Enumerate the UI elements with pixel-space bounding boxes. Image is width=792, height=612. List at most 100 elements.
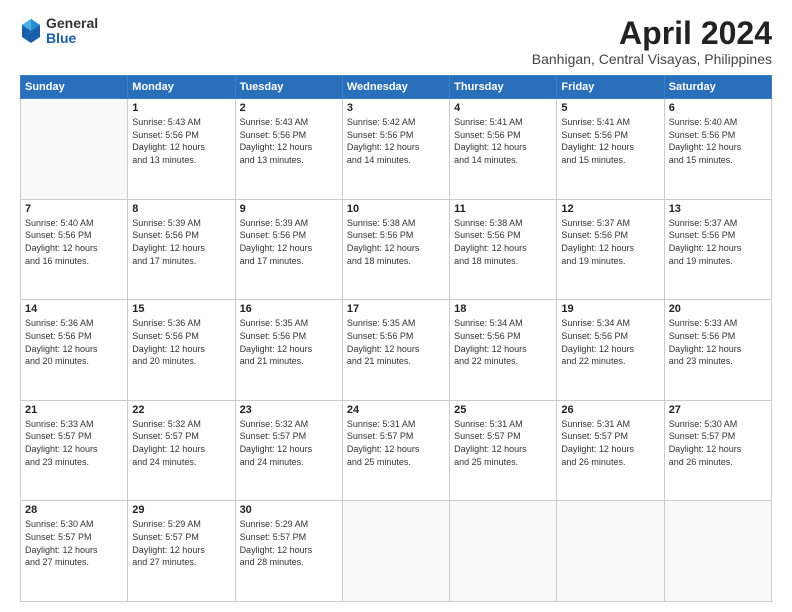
- calendar-cell: [664, 501, 771, 602]
- calendar-cell: [21, 99, 128, 200]
- day-number: 3: [347, 102, 445, 114]
- day-details: Sunrise: 5:39 AM Sunset: 5:56 PM Dayligh…: [132, 217, 230, 267]
- calendar-week-2: 14 Sunrise: 5:36 AM Sunset: 5:56 PM Dayli…: [21, 300, 772, 401]
- day-details: Sunrise: 5:36 AM Sunset: 5:56 PM Dayligh…: [132, 317, 230, 367]
- calendar-cell: 8 Sunrise: 5:39 AM Sunset: 5:56 PM Daylig…: [128, 199, 235, 300]
- day-number: 27: [669, 404, 767, 416]
- calendar-week-3: 21 Sunrise: 5:33 AM Sunset: 5:57 PM Dayli…: [21, 400, 772, 501]
- calendar-week-1: 7Sunrise: 5:40 AM Sunset: 5:56 PM Daylig…: [21, 199, 772, 300]
- day-number: 24: [347, 404, 445, 416]
- day-details: Sunrise: 5:37 AM Sunset: 5:56 PM Dayligh…: [669, 217, 767, 267]
- day-number: 20: [669, 303, 767, 315]
- calendar-cell: 3 Sunrise: 5:42 AM Sunset: 5:56 PM Daylig…: [342, 99, 449, 200]
- page: General Blue April 2024 Banhigan, Centra…: [0, 0, 792, 612]
- calendar-header-sunday: Sunday: [21, 76, 128, 99]
- day-details: Sunrise: 5:39 AM Sunset: 5:56 PM Dayligh…: [240, 217, 338, 267]
- day-number: 8: [132, 203, 230, 215]
- day-details: Sunrise: 5:40 AM Sunset: 5:56 PM Dayligh…: [669, 116, 767, 166]
- day-number: 11: [454, 203, 552, 215]
- day-number: 17: [347, 303, 445, 315]
- calendar-header-row: SundayMondayTuesdayWednesdayThursdayFrid…: [21, 76, 772, 99]
- day-details: Sunrise: 5:31 AM Sunset: 5:57 PM Dayligh…: [561, 418, 659, 468]
- calendar-cell: 30 Sunrise: 5:29 AM Sunset: 5:57 PM Dayli…: [235, 501, 342, 602]
- day-details: Sunrise: 5:42 AM Sunset: 5:56 PM Dayligh…: [347, 116, 445, 166]
- logo-general: General: [46, 16, 98, 31]
- day-number: 9: [240, 203, 338, 215]
- day-number: 21: [25, 404, 123, 416]
- day-details: Sunrise: 5:31 AM Sunset: 5:57 PM Dayligh…: [347, 418, 445, 468]
- day-details: Sunrise: 5:29 AM Sunset: 5:57 PM Dayligh…: [240, 518, 338, 568]
- day-number: 26: [561, 404, 659, 416]
- location: Banhigan, Central Visayas, Philippines: [532, 51, 772, 67]
- calendar-header-saturday: Saturday: [664, 76, 771, 99]
- day-number: 5: [561, 102, 659, 114]
- day-number: 4: [454, 102, 552, 114]
- calendar-cell: [450, 501, 557, 602]
- day-number: 30: [240, 504, 338, 516]
- calendar-cell: 24 Sunrise: 5:31 AM Sunset: 5:57 PM Dayli…: [342, 400, 449, 501]
- day-number: 10: [347, 203, 445, 215]
- logo-blue: Blue: [46, 31, 98, 46]
- day-number: 22: [132, 404, 230, 416]
- day-number: 1: [132, 102, 230, 114]
- calendar-header-monday: Monday: [128, 76, 235, 99]
- day-details: Sunrise: 5:37 AM Sunset: 5:56 PM Dayligh…: [561, 217, 659, 267]
- day-details: Sunrise: 5:43 AM Sunset: 5:56 PM Dayligh…: [240, 116, 338, 166]
- logo-icon: [20, 17, 42, 45]
- day-details: Sunrise: 5:30 AM Sunset: 5:57 PM Dayligh…: [25, 518, 123, 568]
- calendar-cell: 29 Sunrise: 5:29 AM Sunset: 5:57 PM Dayli…: [128, 501, 235, 602]
- calendar-cell: 18Sunrise: 5:34 AM Sunset: 5:56 PM Dayli…: [450, 300, 557, 401]
- day-details: Sunrise: 5:32 AM Sunset: 5:57 PM Dayligh…: [132, 418, 230, 468]
- day-number: 15: [132, 303, 230, 315]
- calendar-cell: 12Sunrise: 5:37 AM Sunset: 5:56 PM Dayli…: [557, 199, 664, 300]
- day-details: Sunrise: 5:29 AM Sunset: 5:57 PM Dayligh…: [132, 518, 230, 568]
- calendar-cell: 28 Sunrise: 5:30 AM Sunset: 5:57 PM Dayli…: [21, 501, 128, 602]
- calendar-cell: 7Sunrise: 5:40 AM Sunset: 5:56 PM Daylig…: [21, 199, 128, 300]
- calendar-cell: 2 Sunrise: 5:43 AM Sunset: 5:56 PM Daylig…: [235, 99, 342, 200]
- day-number: 7: [25, 203, 123, 215]
- calendar-cell: 20 Sunrise: 5:33 AM Sunset: 5:56 PM Dayli…: [664, 300, 771, 401]
- title-block: April 2024 Banhigan, Central Visayas, Ph…: [532, 16, 772, 67]
- calendar-cell: 5 Sunrise: 5:41 AM Sunset: 5:56 PM Daylig…: [557, 99, 664, 200]
- day-number: 23: [240, 404, 338, 416]
- calendar-week-0: 1 Sunrise: 5:43 AM Sunset: 5:56 PM Daylig…: [21, 99, 772, 200]
- day-number: 25: [454, 404, 552, 416]
- calendar-cell: 21 Sunrise: 5:33 AM Sunset: 5:57 PM Dayli…: [21, 400, 128, 501]
- calendar-cell: 10 Sunrise: 5:38 AM Sunset: 5:56 PM Dayli…: [342, 199, 449, 300]
- month-title: April 2024: [532, 16, 772, 51]
- calendar-header-thursday: Thursday: [450, 76, 557, 99]
- day-number: 19: [561, 303, 659, 315]
- calendar-week-4: 28 Sunrise: 5:30 AM Sunset: 5:57 PM Dayli…: [21, 501, 772, 602]
- day-details: Sunrise: 5:35 AM Sunset: 5:56 PM Dayligh…: [240, 317, 338, 367]
- calendar-cell: 22 Sunrise: 5:32 AM Sunset: 5:57 PM Dayli…: [128, 400, 235, 501]
- calendar-header-tuesday: Tuesday: [235, 76, 342, 99]
- day-details: Sunrise: 5:30 AM Sunset: 5:57 PM Dayligh…: [669, 418, 767, 468]
- day-details: Sunrise: 5:36 AM Sunset: 5:56 PM Dayligh…: [25, 317, 123, 367]
- day-details: Sunrise: 5:33 AM Sunset: 5:56 PM Dayligh…: [669, 317, 767, 367]
- day-details: Sunrise: 5:34 AM Sunset: 5:56 PM Dayligh…: [561, 317, 659, 367]
- day-details: Sunrise: 5:38 AM Sunset: 5:56 PM Dayligh…: [347, 217, 445, 267]
- day-details: Sunrise: 5:41 AM Sunset: 5:56 PM Dayligh…: [454, 116, 552, 166]
- calendar-cell: 6Sunrise: 5:40 AM Sunset: 5:56 PM Daylig…: [664, 99, 771, 200]
- calendar-cell: 14 Sunrise: 5:36 AM Sunset: 5:56 PM Dayli…: [21, 300, 128, 401]
- calendar-cell: 9 Sunrise: 5:39 AM Sunset: 5:56 PM Daylig…: [235, 199, 342, 300]
- calendar-cell: [342, 501, 449, 602]
- day-number: 16: [240, 303, 338, 315]
- calendar-cell: 26 Sunrise: 5:31 AM Sunset: 5:57 PM Dayli…: [557, 400, 664, 501]
- day-details: Sunrise: 5:41 AM Sunset: 5:56 PM Dayligh…: [561, 116, 659, 166]
- day-details: Sunrise: 5:38 AM Sunset: 5:56 PM Dayligh…: [454, 217, 552, 267]
- calendar-cell: 23Sunrise: 5:32 AM Sunset: 5:57 PM Dayli…: [235, 400, 342, 501]
- day-number: 14: [25, 303, 123, 315]
- day-details: Sunrise: 5:34 AM Sunset: 5:56 PM Dayligh…: [454, 317, 552, 367]
- calendar-cell: 19 Sunrise: 5:34 AM Sunset: 5:56 PM Dayli…: [557, 300, 664, 401]
- day-details: Sunrise: 5:31 AM Sunset: 5:57 PM Dayligh…: [454, 418, 552, 468]
- day-number: 2: [240, 102, 338, 114]
- calendar-cell: 15 Sunrise: 5:36 AM Sunset: 5:56 PM Dayli…: [128, 300, 235, 401]
- day-details: Sunrise: 5:33 AM Sunset: 5:57 PM Dayligh…: [25, 418, 123, 468]
- day-number: 29: [132, 504, 230, 516]
- calendar-cell: 16 Sunrise: 5:35 AM Sunset: 5:56 PM Dayli…: [235, 300, 342, 401]
- calendar-cell: 4 Sunrise: 5:41 AM Sunset: 5:56 PM Daylig…: [450, 99, 557, 200]
- calendar-cell: 1Sunrise: 5:43 AM Sunset: 5:56 PM Daylig…: [128, 99, 235, 200]
- calendar-cell: 27 Sunrise: 5:30 AM Sunset: 5:57 PM Dayli…: [664, 400, 771, 501]
- day-number: 28: [25, 504, 123, 516]
